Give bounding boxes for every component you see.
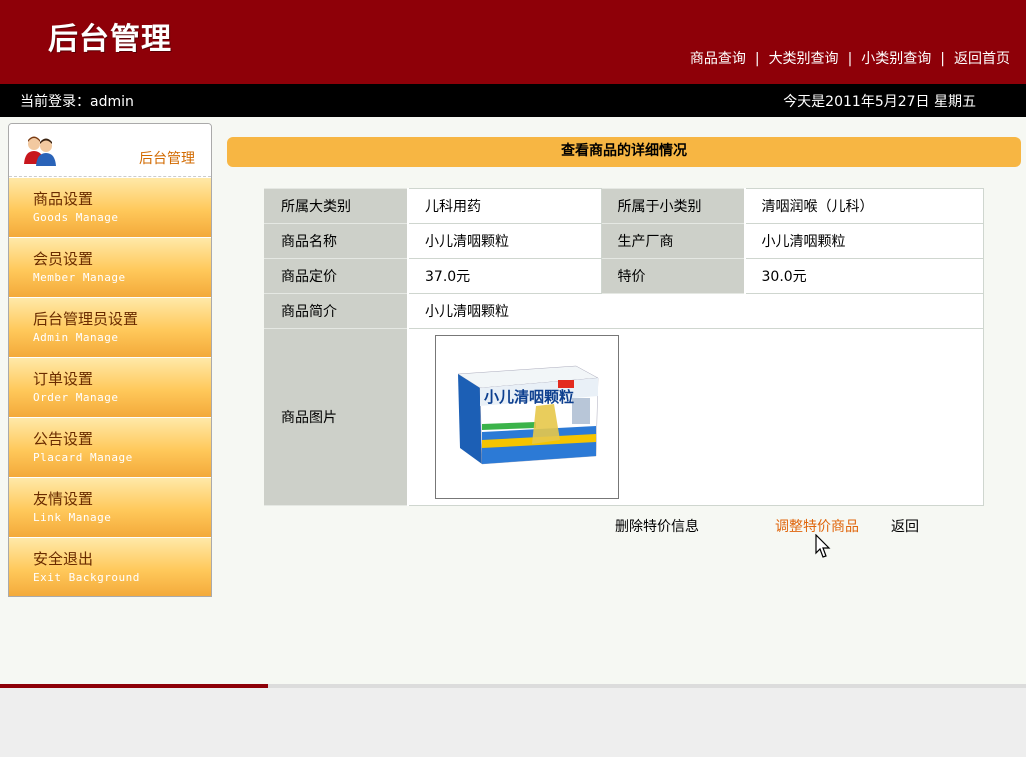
sidebar-item-link[interactable]: 友情设置 Link Manage	[9, 477, 211, 537]
box-label: 小儿清咽颗粒	[484, 388, 574, 406]
image-label: 商品图片	[264, 328, 409, 506]
sidebar-item-member[interactable]: 会员设置 Member Manage	[9, 237, 211, 297]
image-cell: 小儿清咽颗粒	[407, 328, 984, 506]
price-label: 商品定价	[264, 258, 409, 294]
adjust-special-link[interactable]: 调整特价商品	[775, 516, 859, 536]
sidebar-item-exit[interactable]: 安全退出 Exit Background	[9, 537, 211, 596]
nav-separator: |	[940, 51, 945, 67]
site-logo: 后台管理	[48, 22, 172, 57]
table-row: 商品名称 小儿清咽颗粒 生产厂商 小儿清咽颗粒	[264, 223, 984, 259]
sidebar-item-label: 后台管理员设置	[33, 310, 139, 328]
sidebar-item-sublabel: Link Manage	[33, 511, 112, 524]
small-category-label: 所属于小类别	[600, 188, 746, 224]
sidebar-item-label: 公告设置	[33, 430, 94, 448]
section-title: 查看商品的详细情况	[227, 137, 1021, 167]
sidebar-item-placard[interactable]: 公告设置 Placard Manage	[9, 417, 211, 477]
table-row: 商品定价 37.0元 特价 30.0元	[264, 258, 984, 294]
intro-value: 小儿清咽颗粒	[407, 293, 984, 329]
nav-goods-query[interactable]: 商品查询	[690, 51, 746, 67]
product-image: 小儿清咽颗粒	[435, 335, 619, 499]
sidebar-item-label: 订单设置	[33, 370, 94, 388]
sidebar-item-label: 安全退出	[33, 550, 94, 568]
product-name-label: 商品名称	[264, 223, 409, 259]
manufacturer-label: 生产厂商	[600, 223, 746, 259]
users-icon	[24, 136, 56, 166]
nav-home[interactable]: 返回首页	[954, 51, 1010, 67]
medicine-box-image: 小儿清咽颗粒	[457, 365, 599, 465]
nav-separator: |	[847, 51, 853, 67]
product-detail-table: 所属大类别 儿科用药 所属于小类别 清咽润喉（儿科） 商品名称 小儿清咽颗粒 生…	[264, 188, 984, 506]
footer	[0, 688, 1026, 757]
back-link[interactable]: 返回	[891, 516, 919, 536]
mouse-cursor-icon	[815, 534, 831, 558]
sidebar-item-sublabel: Exit Background	[33, 571, 140, 584]
small-category-value: 清咽润喉（儿科）	[744, 188, 984, 224]
product-name-value: 小儿清咽颗粒	[407, 223, 602, 259]
sidebar-item-sublabel: Admin Manage	[33, 331, 119, 344]
sidebar-item-label: 友情设置	[33, 490, 94, 508]
special-price-value: 30.0元	[744, 258, 984, 294]
current-login: 当前登录：admin	[20, 94, 134, 110]
manufacturer-value: 小儿清咽颗粒	[744, 223, 984, 259]
sidebar-item-order[interactable]: 订单设置 Order Manage	[9, 357, 211, 417]
sidebar: 后台管理 商品设置 Goods Manage 会员设置 Member Manag…	[8, 123, 212, 597]
sidebar-item-sublabel: Goods Manage	[33, 211, 119, 224]
sidebar-item-sublabel: Order Manage	[33, 391, 119, 404]
info-bar: 当前登录：admin 今天是2011年5月27日 星期五	[0, 84, 1026, 117]
sidebar-item-label: 会员设置	[33, 250, 94, 268]
header-bar: 后台管理 商品查询 | 大类别查询 | 小类别查询 | 返回首页	[0, 0, 1026, 84]
table-row: 商品图片 小儿清咽颗粒	[264, 328, 984, 506]
sidebar-item-admin[interactable]: 后台管理员设置 Admin Manage	[9, 297, 211, 357]
top-nav: 商品查询 | 大类别查询 | 小类别查询 | 返回首页	[690, 48, 1010, 68]
sidebar-item-sublabel: Placard Manage	[33, 451, 133, 464]
big-category-value: 儿科用药	[407, 188, 602, 224]
table-row: 商品简介 小儿清咽颗粒	[264, 293, 984, 329]
sidebar-item-sublabel: Member Manage	[33, 271, 126, 284]
big-category-label: 所属大类别	[264, 188, 409, 224]
sidebar-title: 后台管理	[139, 151, 195, 167]
delete-special-link[interactable]: 删除特价信息	[615, 516, 699, 536]
nav-separator: |	[754, 51, 760, 67]
price-value: 37.0元	[407, 258, 602, 294]
current-date: 今天是2011年5月27日 星期五	[783, 94, 976, 110]
nav-small-category-query[interactable]: 小类别查询	[861, 51, 931, 67]
intro-label: 商品简介	[264, 293, 409, 329]
sidebar-item-goods[interactable]: 商品设置 Goods Manage	[9, 177, 211, 237]
special-price-label: 特价	[600, 258, 746, 294]
sidebar-item-label: 商品设置	[33, 190, 94, 208]
sidebar-header: 后台管理	[9, 124, 211, 177]
nav-big-category-query[interactable]: 大类别查询	[769, 51, 839, 67]
table-row: 所属大类别 儿科用药 所属于小类别 清咽润喉（儿科）	[264, 188, 984, 224]
